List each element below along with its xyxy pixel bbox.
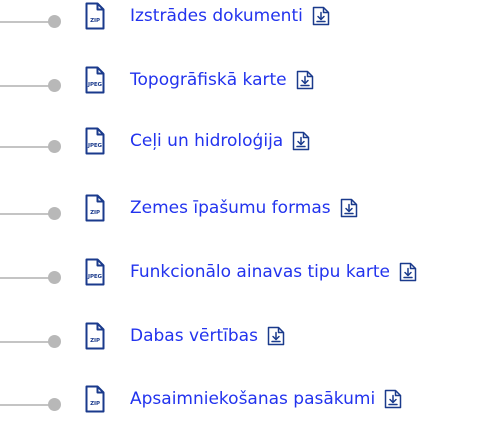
file-link-label[interactable]: Topogrāfiskā karte xyxy=(130,69,287,91)
file-list-item: ZIP Zemes īpašumu formas xyxy=(0,192,494,236)
file-type-label: ZIP xyxy=(90,18,100,24)
file-type-label: ZIP xyxy=(90,338,100,344)
file-link-label[interactable]: Izstrādes dokumenti xyxy=(130,5,303,27)
file-icon[interactable]: ZIP xyxy=(84,194,106,222)
file-download-link[interactable]: Ceļi un hidroloģija xyxy=(130,130,310,152)
download-icon[interactable] xyxy=(296,70,314,90)
tree-bullet-dot xyxy=(48,207,61,220)
tree-bullet-dot xyxy=(48,398,61,411)
file-icon[interactable]: JPEG xyxy=(84,258,106,286)
file-list-item: ZIP Dabas vērtības xyxy=(0,320,494,364)
tree-connector-line xyxy=(0,85,52,87)
tree-connector-line xyxy=(0,213,52,215)
file-type-label: JPEG xyxy=(88,143,102,149)
tree-connector-line xyxy=(0,277,52,279)
file-link-label[interactable]: Zemes īpašumu formas xyxy=(130,197,331,219)
file-link-label[interactable]: Funkcionālo ainavas tipu karte xyxy=(130,261,390,283)
file-list-item: JPEG Funkcionālo ainavas tipu karte xyxy=(0,256,494,300)
file-icon[interactable]: JPEG xyxy=(84,66,106,94)
file-download-link[interactable]: Topogrāfiskā karte xyxy=(130,69,314,91)
file-download-link[interactable]: Zemes īpašumu formas xyxy=(130,197,358,219)
file-type-label: JPEG xyxy=(88,274,102,280)
file-download-link[interactable]: Apsaimniekošanas pasākumi xyxy=(130,388,402,410)
file-link-label[interactable]: Dabas vērtības xyxy=(130,325,258,347)
file-icon[interactable]: JPEG xyxy=(84,127,106,155)
tree-bullet-dot xyxy=(48,79,61,92)
tree-bullet-dot xyxy=(48,271,61,284)
file-download-link[interactable]: Dabas vērtības xyxy=(130,325,285,347)
file-list-item: ZIP Izstrādes dokumenti xyxy=(0,0,494,44)
download-icon[interactable] xyxy=(267,326,285,346)
download-icon[interactable] xyxy=(399,262,417,282)
tree-connector-line xyxy=(0,146,52,148)
file-download-link[interactable]: Izstrādes dokumenti xyxy=(130,5,330,27)
file-link-label[interactable]: Apsaimniekošanas pasākumi xyxy=(130,388,375,410)
file-list-item: JPEG Ceļi un hidroloģija xyxy=(0,125,494,169)
file-type-label: JPEG xyxy=(88,82,102,88)
file-link-label[interactable]: Ceļi un hidroloģija xyxy=(130,130,283,152)
tree-connector-line xyxy=(0,404,52,406)
download-icon[interactable] xyxy=(312,6,330,26)
download-icon[interactable] xyxy=(292,131,310,151)
tree-bullet-dot xyxy=(48,140,61,153)
download-icon[interactable] xyxy=(340,198,358,218)
file-download-link[interactable]: Funkcionālo ainavas tipu karte xyxy=(130,261,417,283)
file-icon[interactable]: ZIP xyxy=(84,385,106,413)
download-icon[interactable] xyxy=(384,389,402,409)
file-list: ZIP Izstrādes dokumenti JPEG Topogrāfiskā k… xyxy=(0,0,494,447)
file-icon[interactable]: ZIP xyxy=(84,322,106,350)
tree-connector-line xyxy=(0,21,52,23)
file-type-label: ZIP xyxy=(90,210,100,216)
file-icon[interactable]: ZIP xyxy=(84,2,106,30)
tree-bullet-dot xyxy=(48,335,61,348)
tree-bullet-dot xyxy=(48,15,61,28)
file-list-item: JPEG Topogrāfiskā karte xyxy=(0,64,494,108)
file-type-label: ZIP xyxy=(90,401,100,407)
file-list-item: ZIP Apsaimniekošanas pasākumi xyxy=(0,383,494,427)
tree-connector-line xyxy=(0,341,52,343)
